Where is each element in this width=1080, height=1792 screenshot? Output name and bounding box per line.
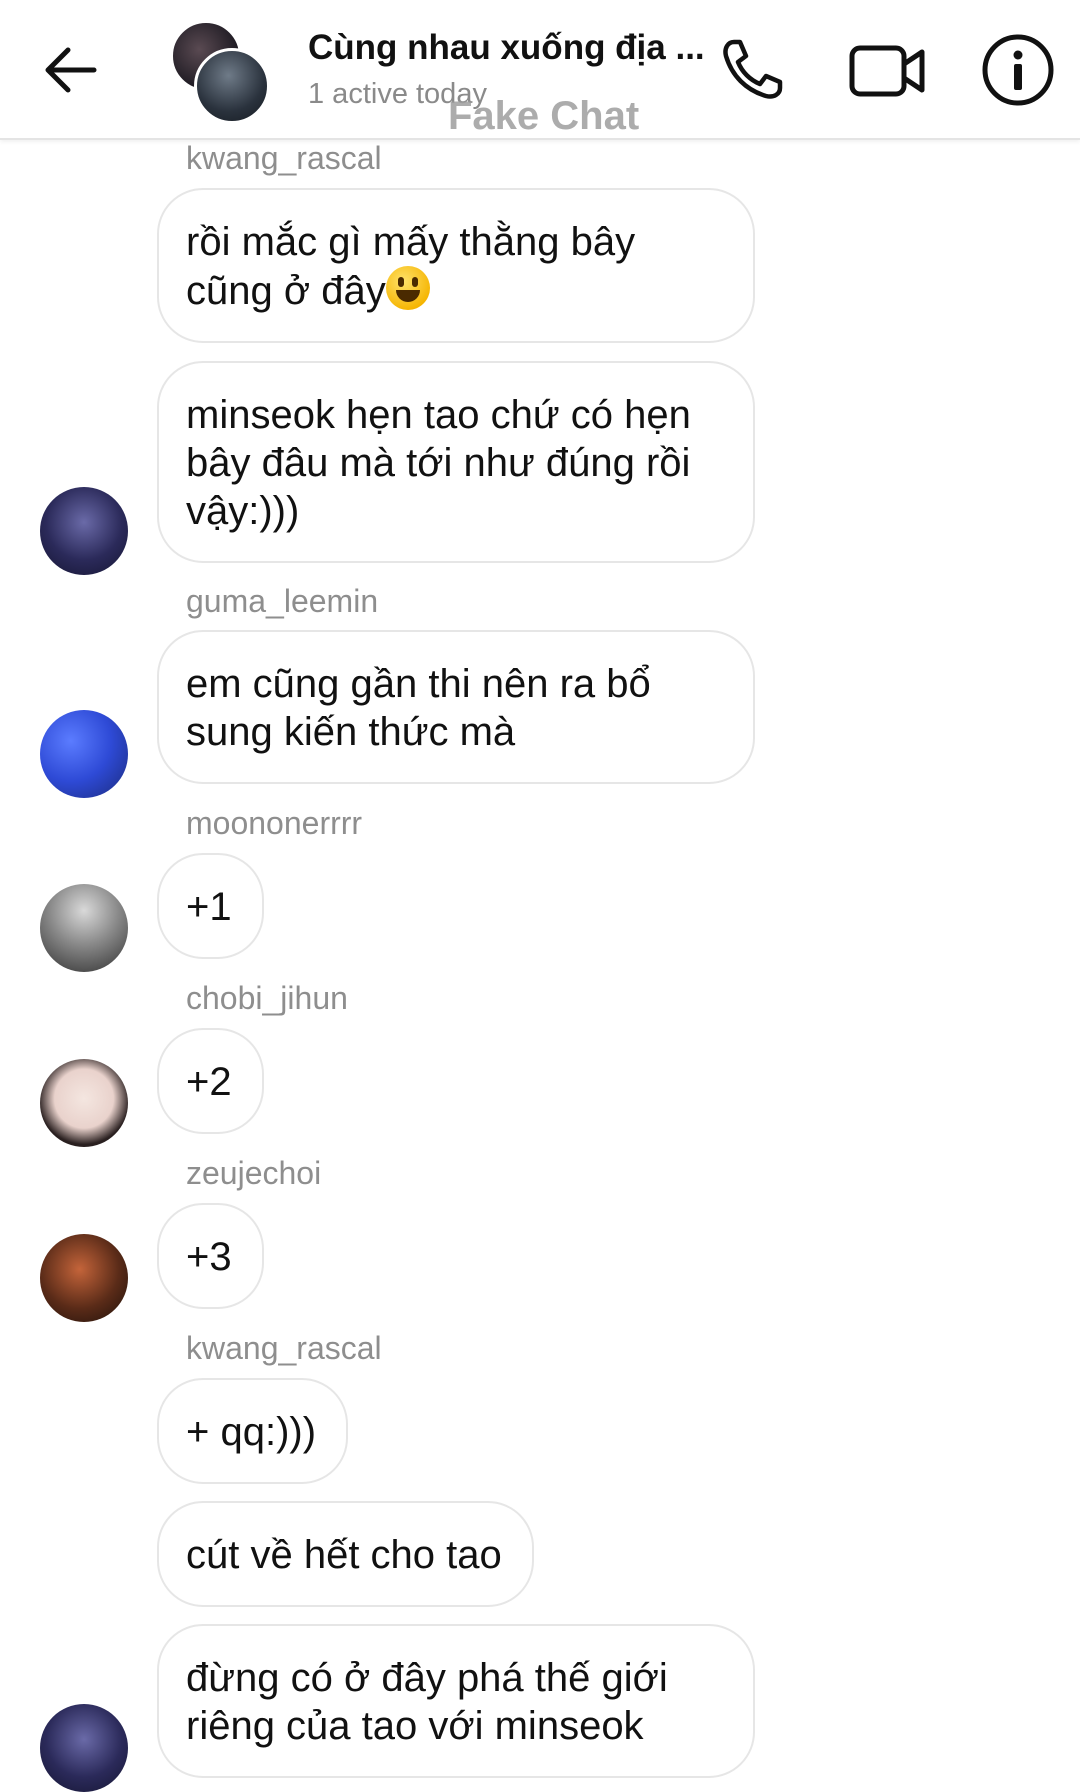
message-text: + qq:))) [186, 1410, 317, 1454]
message-text: cút về hết cho tao [186, 1533, 502, 1577]
message-bubble[interactable]: rồi mắc gì mấy thằng bây cũng ở đây [157, 188, 755, 343]
sender-name: kwang_rascal [186, 140, 382, 176]
watermark: Fake Chat [448, 94, 640, 138]
sender-name: guma_leemin [186, 583, 379, 619]
message-bubble[interactable]: cút về hết cho tao [157, 1501, 534, 1607]
message-bubble[interactable]: +2 [157, 1028, 264, 1134]
sender-name: moononerrrr [186, 805, 363, 841]
sender-name: chobi_jihun [186, 980, 348, 1016]
video-camera-icon[interactable] [846, 32, 930, 108]
phone-icon[interactable] [714, 32, 790, 108]
message-bubble[interactable]: đừng có ở đây phá thế giới riêng của tao… [157, 1624, 755, 1778]
avatar[interactable] [40, 884, 128, 972]
message-bubble[interactable]: +1 [157, 853, 264, 959]
info-icon[interactable] [978, 30, 1058, 110]
group-avatar-front [194, 48, 270, 124]
chat-header: Cùng nhau xuống địa ... 1 active today F… [0, 0, 1080, 140]
message-bubble[interactable]: +3 [157, 1203, 264, 1309]
avatar[interactable] [40, 1234, 128, 1322]
message-bubble[interactable]: + qq:))) [157, 1378, 349, 1484]
grinning-face-emoji [385, 266, 430, 310]
sender-name: zeujechoi [186, 1155, 322, 1191]
avatar[interactable] [40, 710, 128, 798]
message-bubble[interactable]: minseok hẹn tao chứ có hẹn bây đâu mà tớ… [157, 361, 755, 563]
arrow-left-icon[interactable] [36, 36, 104, 104]
message-text: đừng có ở đây phá thế giới riêng của tao… [186, 1656, 668, 1748]
message-text: +2 [186, 1060, 232, 1104]
message-bubble[interactable]: em cũng gần thi nên ra bổ sung kiến thức… [157, 630, 755, 784]
message-text: minseok hẹn tao chứ có hẹn bây đâu mà tớ… [186, 393, 691, 533]
message-text: +1 [186, 885, 232, 929]
message-text: +3 [186, 1235, 232, 1279]
message-text: em cũng gần thi nên ra bổ sung kiến thức… [186, 662, 651, 754]
group-avatar[interactable] [170, 20, 270, 124]
sender-name: kwang_rascal [186, 1330, 382, 1366]
avatar[interactable] [40, 487, 128, 575]
avatar[interactable] [40, 1059, 128, 1147]
chat-title[interactable]: Cùng nhau xuống địa ... [308, 28, 705, 68]
avatar[interactable] [40, 1704, 128, 1792]
